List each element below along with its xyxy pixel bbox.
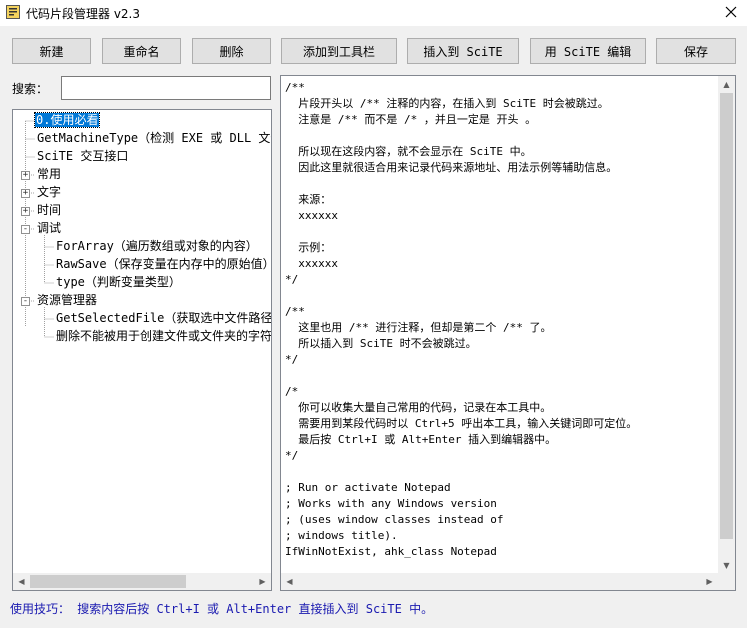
window-title: 代码片段管理器 v2.3 bbox=[26, 7, 141, 21]
save-button[interactable]: 保存 bbox=[656, 38, 736, 64]
tree-item[interactable]: SciTE 交互接口 bbox=[37, 148, 128, 165]
editor-horizontal-scrollbar[interactable]: ◀ ▶ bbox=[281, 573, 718, 590]
tree-folder[interactable]: 时间 bbox=[37, 202, 61, 219]
title-bar: 代码片段管理器 v2.3 bbox=[0, 0, 747, 26]
app-icon bbox=[6, 5, 20, 19]
expand-icon[interactable]: + bbox=[21, 207, 30, 216]
tree-item-label: ForArray（遍历数组或对象的内容） bbox=[56, 239, 258, 253]
tree-folder[interactable]: 文字 bbox=[37, 184, 61, 201]
scrollbar-corner bbox=[718, 573, 735, 590]
tree-horizontal-scrollbar[interactable]: ◀ ▶ bbox=[13, 573, 271, 590]
snippet-tree: 0.使用必看 GetMachineType（检测 EXE 或 DLL 文件 Sc… bbox=[12, 109, 272, 591]
tree-item-label: GetSelectedFile（获取选中文件路径 bbox=[56, 311, 272, 325]
collapse-icon[interactable]: - bbox=[21, 225, 30, 234]
collapse-icon[interactable]: - bbox=[21, 297, 30, 306]
scroll-right-icon[interactable]: ▶ bbox=[701, 573, 718, 590]
code-editor[interactable]: /** 片段开头以 /** 注释的内容，在插入到 SciTE 时会被跳过。 注意… bbox=[280, 75, 736, 591]
scroll-thumb[interactable] bbox=[720, 93, 733, 539]
tree-item-label: 调试 bbox=[37, 221, 62, 235]
tree-item-label: 资源管理器 bbox=[37, 293, 98, 307]
tree-item-label: 时间 bbox=[37, 203, 62, 217]
scroll-thumb[interactable] bbox=[30, 575, 186, 588]
scroll-up-icon[interactable]: ▲ bbox=[718, 76, 735, 93]
client-area: 新建 重命名 删除 添加到工具栏 插入到 SciTE 用 SciTE 编辑 保存… bbox=[0, 26, 747, 628]
new-button[interactable]: 新建 bbox=[12, 38, 91, 64]
tree-item[interactable]: ForArray（遍历数组或对象的内容） bbox=[56, 238, 258, 255]
close-icon bbox=[725, 6, 737, 18]
expand-icon[interactable]: + bbox=[21, 171, 30, 180]
scroll-right-icon[interactable]: ▶ bbox=[254, 573, 271, 590]
delete-button[interactable]: 删除 bbox=[192, 38, 271, 64]
tree-item[interactable]: RawSave（保存变量在内存中的原始值） bbox=[56, 256, 272, 273]
tree-item-label: 常用 bbox=[37, 167, 62, 181]
tree-item-label: 0.使用必看 bbox=[33, 112, 101, 128]
tree-item[interactable]: type（判断变量类型） bbox=[56, 274, 181, 291]
tree-item-label: 删除不能被用于创建文件或文件夹的字符 bbox=[56, 329, 272, 343]
search-label: 搜索： bbox=[12, 82, 49, 96]
tree-folder[interactable]: 调试 bbox=[37, 220, 61, 237]
usage-tip: 使用技巧： 搜索内容后按 Ctrl+I 或 Alt+Enter 直接插入到 Sc… bbox=[10, 602, 434, 616]
edit-with-scite-button[interactable]: 用 SciTE 编辑 bbox=[530, 38, 646, 64]
scroll-left-icon[interactable]: ◀ bbox=[281, 573, 298, 590]
tree-item[interactable]: GetSelectedFile（获取选中文件路径 bbox=[56, 310, 272, 327]
expand-icon[interactable]: + bbox=[21, 189, 30, 198]
tree-item[interactable]: GetMachineType（检测 EXE 或 DLL 文件 bbox=[37, 130, 272, 147]
tree-item-label: SciTE 交互接口 bbox=[37, 149, 129, 163]
tree-item[interactable]: 0.使用必看 bbox=[33, 112, 101, 129]
tree-item-label: 文字 bbox=[37, 185, 62, 199]
tree-item-label: type（判断变量类型） bbox=[56, 275, 181, 289]
scroll-left-icon[interactable]: ◀ bbox=[13, 573, 30, 590]
add-to-toolbar-button[interactable]: 添加到工具栏 bbox=[281, 38, 397, 64]
search-input[interactable] bbox=[61, 76, 271, 100]
tree-item-label: RawSave（保存变量在内存中的原始值） bbox=[56, 257, 272, 271]
code-content[interactable]: /** 片段开头以 /** 注释的内容，在插入到 SciTE 时会被跳过。 注意… bbox=[285, 80, 715, 560]
close-button[interactable] bbox=[716, 0, 747, 26]
tree-item-label: GetMachineType（检测 EXE 或 DLL 文件 bbox=[37, 131, 272, 145]
tree-folder[interactable]: 资源管理器 bbox=[37, 292, 97, 309]
editor-vertical-scrollbar[interactable]: ▲ ▼ bbox=[718, 76, 735, 574]
rename-button[interactable]: 重命名 bbox=[102, 38, 181, 64]
insert-to-scite-button[interactable]: 插入到 SciTE bbox=[407, 38, 519, 64]
tree-folder[interactable]: 常用 bbox=[37, 166, 61, 183]
scroll-down-icon[interactable]: ▼ bbox=[718, 557, 735, 574]
tree-item[interactable]: 删除不能被用于创建文件或文件夹的字符 bbox=[56, 328, 272, 345]
